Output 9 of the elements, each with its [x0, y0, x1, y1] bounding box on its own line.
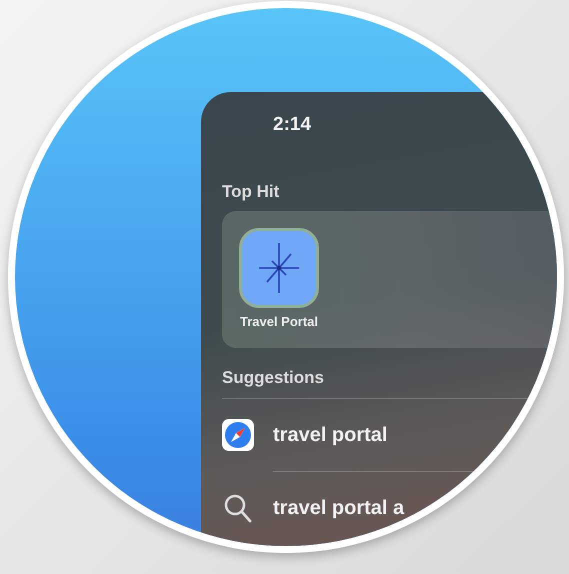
status-time: 2:14	[273, 114, 312, 136]
search-icon	[222, 492, 254, 524]
section-heading: Top Hit	[222, 182, 280, 202]
section-heading: Suggestions	[222, 368, 326, 388]
compass-icon	[222, 419, 254, 451]
star-burst-icon	[239, 228, 319, 308]
app-button[interactable]: Travel Portal	[239, 228, 319, 329]
suggestion-item[interactable]: travel portal	[222, 399, 557, 471]
suggestion-item[interactable]: travel portal a	[222, 472, 557, 544]
